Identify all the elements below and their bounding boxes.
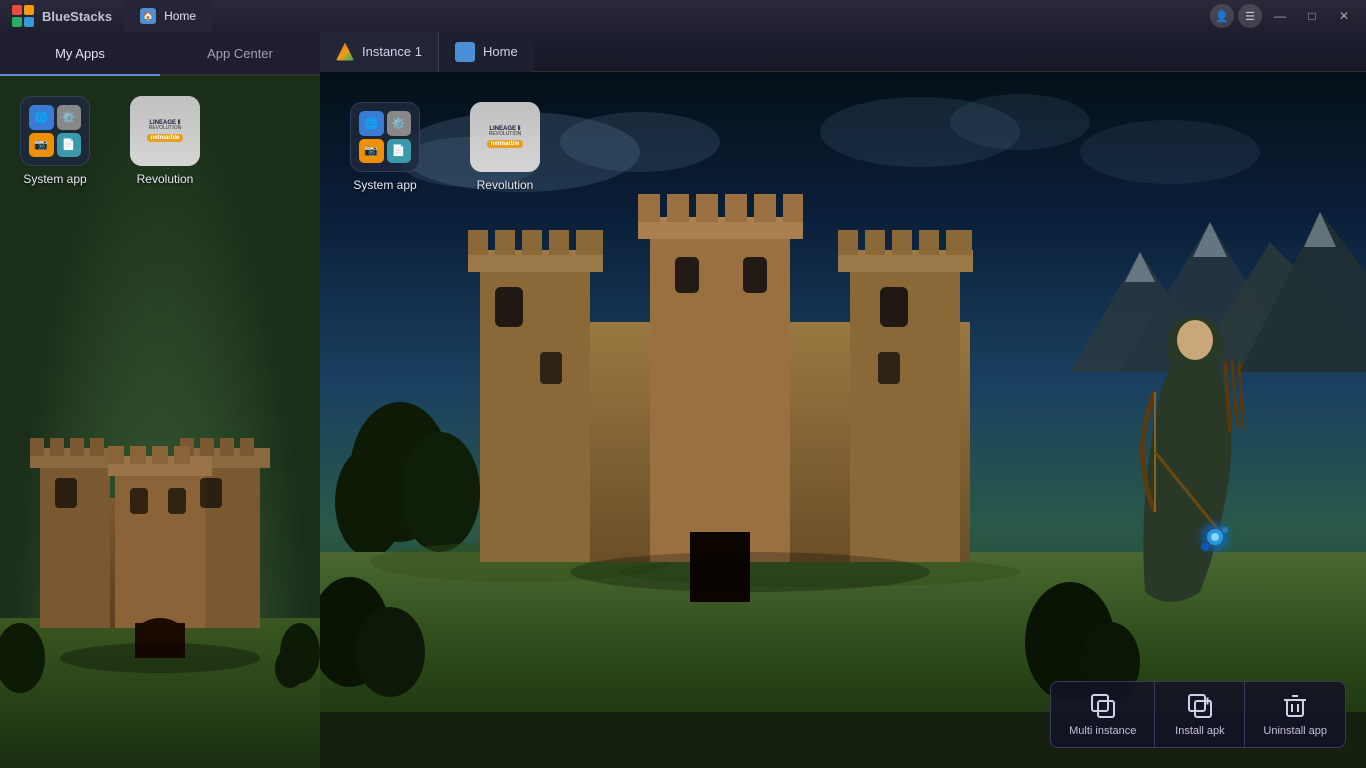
globe-cell-r: 🌐 [359, 111, 384, 136]
left-revolution-app[interactable]: LINEAGE Ⅱ REVOLUTION netmarble Revolutio… [130, 96, 200, 186]
instance-logo [336, 43, 354, 61]
left-panel: My Apps App Center [0, 32, 320, 768]
castle-scene: 🌐 ⚙️ 📷 📄 System app LINEAGE Ⅱ REV [320, 72, 1366, 768]
system-app-icon-right: 🌐 ⚙️ 📷 📄 [350, 102, 420, 172]
instance-title-bar: Instance 1 Home [320, 32, 1366, 72]
system-app-icon-left: 🌐 ⚙️ 📷 📄 [20, 96, 90, 166]
app-logo-area: BlueStacks [0, 5, 124, 27]
left-apps-overlay: 🌐 ⚙️ 📷 📄 System app LINEAGE Ⅱ REV [20, 96, 300, 186]
profile-icon[interactable]: 👤 [1210, 4, 1234, 28]
multi-instance-button[interactable]: Multi instance [1051, 682, 1155, 747]
castle-svg-left [0, 368, 320, 768]
instance-home-tab[interactable]: Home [439, 32, 534, 72]
instance-home-label: Home [483, 44, 518, 59]
main-home-tab[interactable]: 🏠 Home [124, 0, 212, 32]
close-button[interactable]: ✕ [1330, 5, 1358, 27]
file-cell: 📄 [57, 133, 82, 158]
right-panel: Instance 1 Home [320, 32, 1366, 768]
install-apk-label: Install apk [1175, 725, 1225, 737]
uninstall-app-icon [1281, 692, 1309, 720]
left-system-app[interactable]: 🌐 ⚙️ 📷 📄 System app [20, 96, 90, 186]
gear-cell: ⚙️ [57, 105, 82, 130]
revolution-icon-right: LINEAGE Ⅱ REVOLUTION netmarble [470, 102, 540, 172]
right-revolution-app[interactable]: LINEAGE Ⅱ REVOLUTION netmarble Revolutio… [470, 102, 540, 192]
app-name: BlueStacks [42, 9, 112, 24]
camera-cell: 📷 [29, 133, 54, 158]
content-area: My Apps App Center [0, 32, 1366, 768]
multi-instance-label: Multi instance [1069, 725, 1136, 737]
app-grid: 🌐 ⚙️ 📷 📄 System app LINEAGE Ⅱ REV [0, 76, 320, 768]
gear-cell-r: ⚙️ [387, 111, 412, 136]
bottom-toolbar: Multi instance Install apk [1050, 681, 1346, 748]
uninstall-app-label: Uninstall app [1263, 725, 1327, 737]
main-tab-label: Home [164, 9, 196, 23]
title-bar: BlueStacks 🏠 Home 👤 ☰ — □ ✕ [0, 0, 1366, 32]
main-window: BlueStacks 🏠 Home 👤 ☰ — □ ✕ My Apps App … [0, 0, 1366, 768]
maximize-button[interactable]: □ [1298, 5, 1326, 27]
globe-cell: 🌐 [29, 105, 54, 130]
panel-tabs: My Apps App Center [0, 32, 320, 76]
instance-tab-label: Instance 1 [362, 44, 422, 59]
menu-icon[interactable]: ☰ [1238, 4, 1262, 28]
right-system-app-label: System app [353, 178, 416, 192]
tab-my-apps[interactable]: My Apps [0, 32, 160, 76]
uninstall-app-button[interactable]: Uninstall app [1245, 682, 1345, 747]
left-system-app-label: System app [23, 172, 86, 186]
bluestacks-logo [12, 5, 34, 27]
tab-app-center[interactable]: App Center [160, 32, 320, 76]
left-revolution-label: Revolution [137, 172, 194, 186]
home-tab-icon: 🏠 [140, 8, 156, 24]
instance-home-icon [455, 42, 475, 62]
right-system-app[interactable]: 🌐 ⚙️ 📷 📄 System app [350, 102, 420, 192]
right-apps-overlay: 🌐 ⚙️ 📷 📄 System app LINEAGE Ⅱ REV [350, 102, 540, 192]
multi-instance-icon [1089, 692, 1117, 720]
camera-cell-r: 📷 [359, 139, 384, 164]
window-controls: 👤 ☰ — □ ✕ [1210, 4, 1366, 28]
revolution-icon-left: LINEAGE Ⅱ REVOLUTION netmarble [130, 96, 200, 166]
minimize-button[interactable]: — [1266, 5, 1294, 27]
right-revolution-label: Revolution [477, 178, 534, 192]
install-apk-button[interactable]: Install apk [1155, 682, 1245, 747]
instance-1-tab[interactable]: Instance 1 [320, 32, 439, 72]
install-apk-icon [1186, 692, 1214, 720]
file-cell-r: 📄 [387, 139, 412, 164]
